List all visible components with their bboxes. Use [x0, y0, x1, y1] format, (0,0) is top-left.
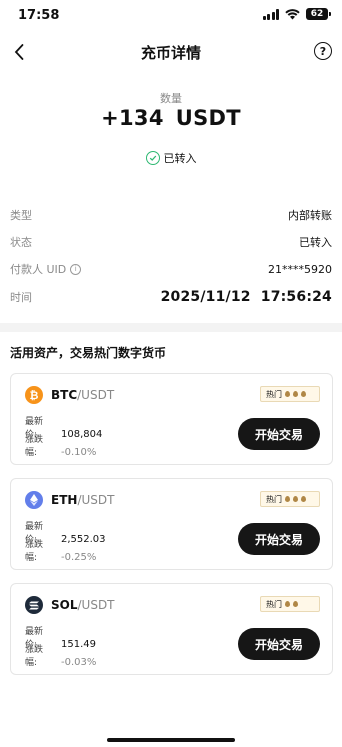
- bitcoin-icon: ₿: [25, 386, 43, 404]
- hot-label: 热门: [266, 494, 282, 504]
- market-card-eth[interactable]: ETH/USDT 热门 最新价: 2,552.03 涨跌幅: -0.25% 开始交易: [10, 478, 333, 570]
- detail-label-wrap: 付款人 UID i: [10, 261, 82, 277]
- pair-quote: /USDT: [77, 388, 115, 402]
- pair-base: SOL: [51, 598, 78, 612]
- detail-value: 已转入: [299, 236, 332, 249]
- home-indicator[interactable]: [107, 738, 235, 742]
- hot-label: 热门: [266, 599, 282, 609]
- info-icon[interactable]: i: [70, 263, 82, 275]
- change-value: -0.03%: [61, 657, 97, 668]
- battery-icon: 62: [306, 8, 331, 20]
- deposit-amount: +134 USDT: [0, 106, 342, 130]
- hot-badge: 热门: [260, 386, 320, 402]
- status-bar: 17:58 62: [0, 0, 342, 32]
- detail-label: 类型: [10, 209, 32, 222]
- detail-value: 21****5920: [268, 262, 332, 276]
- status-time: 17:58: [18, 8, 60, 23]
- market-card-btc[interactable]: ₿ BTC/USDT 热门 最新价: 108,804 涨跌幅: -0.10% 开始交…: [10, 373, 333, 465]
- pair-base: ETH: [51, 493, 78, 507]
- help-icon[interactable]: ?: [314, 42, 332, 60]
- flame-icon: [293, 601, 298, 607]
- change-line: 涨跌幅: -0.10%: [25, 432, 96, 458]
- section-divider: [0, 323, 342, 332]
- detail-row-type: 类型 内部转账: [10, 206, 332, 224]
- amount-value: +134: [101, 106, 164, 130]
- flame-icon: [293, 391, 298, 397]
- page-title: 充币详情: [140, 44, 201, 62]
- change-label: 涨跌幅:: [25, 435, 44, 458]
- change-label: 涨跌幅:: [25, 540, 44, 563]
- detail-row-time: 时间 2025/11/12 17:56:24: [10, 288, 332, 306]
- start-trading-button[interactable]: 开始交易: [238, 523, 320, 555]
- section-title: 活用资产，交易热门数字货币: [10, 346, 167, 360]
- flame-icon: [301, 391, 306, 397]
- flame-icon: [285, 391, 290, 397]
- detail-row-payer-uid: 付款人 UID i 21****5920: [10, 260, 332, 278]
- detail-label: 状态: [10, 236, 32, 249]
- status-text: 已转入: [163, 152, 197, 165]
- pair-quote: /USDT: [77, 598, 115, 612]
- time-clock: 17:56:24: [260, 289, 332, 305]
- hot-label: 热门: [266, 389, 282, 399]
- pair-base: BTC: [51, 388, 78, 402]
- amount-label: 数量: [160, 92, 182, 105]
- trading-pair: SOL/USDT: [51, 598, 115, 612]
- start-trading-button[interactable]: 开始交易: [238, 628, 320, 660]
- detail-label: 付款人 UID: [10, 263, 67, 276]
- detail-row-status: 状态 已转入: [10, 233, 332, 251]
- amount-unit: USDT: [175, 106, 241, 130]
- solana-icon: [25, 596, 43, 614]
- ethereum-icon: [25, 491, 43, 509]
- detail-value-time: 2025/11/12 17:56:24: [161, 289, 332, 305]
- change-value: -0.10%: [61, 447, 97, 458]
- check-circle-icon: [145, 151, 160, 165]
- detail-label: 时间: [10, 291, 32, 304]
- time-date: 2025/11/12: [160, 289, 251, 305]
- flame-icon: [301, 496, 306, 502]
- change-line: 涨跌幅: -0.03%: [25, 642, 96, 668]
- flame-icon: [285, 601, 290, 607]
- wifi-icon: [285, 8, 300, 20]
- signal-icon: [262, 8, 279, 20]
- flame-icon: [293, 496, 298, 502]
- status-icons: 62: [262, 8, 331, 20]
- trading-pair: ETH/USDT: [51, 493, 114, 507]
- flame-icon: [285, 496, 290, 502]
- deposit-status: 已转入: [0, 150, 342, 166]
- market-card-sol[interactable]: SOL/USDT 热门 最新价: 151.49 涨跌幅: -0.03% 开始交易: [10, 583, 333, 675]
- detail-value: 内部转账: [288, 209, 332, 222]
- trading-pair: BTC/USDT: [51, 388, 114, 402]
- start-trading-button[interactable]: 开始交易: [238, 418, 320, 450]
- change-value: -0.25%: [61, 552, 97, 563]
- pair-quote: /USDT: [77, 493, 115, 507]
- hot-badge: 热门: [260, 596, 320, 612]
- hot-badge: 热门: [260, 491, 320, 507]
- change-label: 涨跌幅:: [25, 645, 44, 668]
- nav-bar: 充币详情 ?: [0, 34, 342, 70]
- change-line: 涨跌幅: -0.25%: [25, 537, 96, 563]
